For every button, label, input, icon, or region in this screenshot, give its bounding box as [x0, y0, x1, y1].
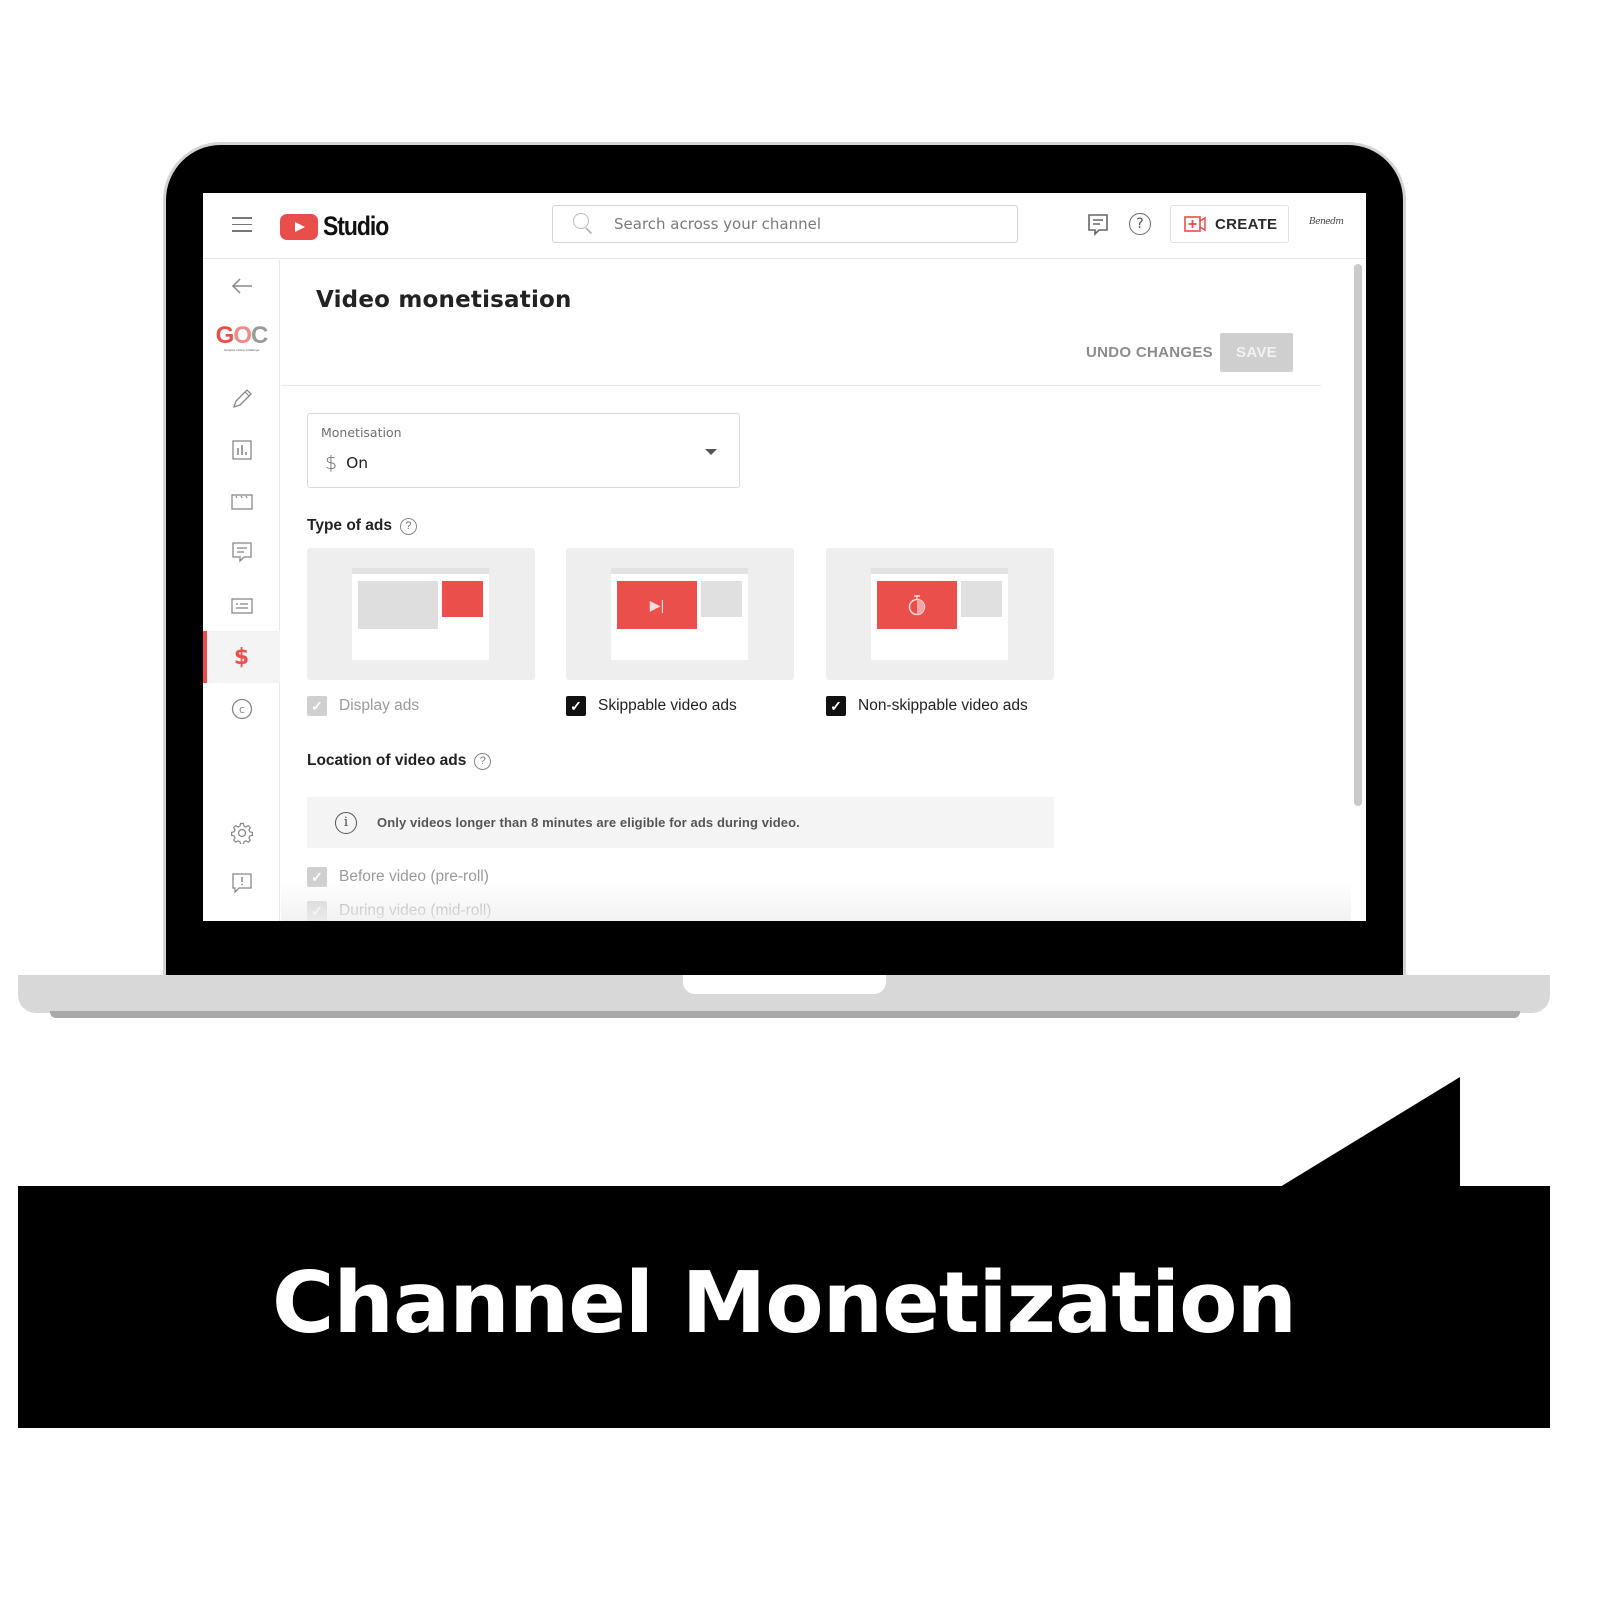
- skip-icon: ▶|: [617, 581, 697, 629]
- banner-title: Channel Monetization: [271, 1254, 1297, 1353]
- gear-icon: [230, 822, 253, 844]
- search-icon: [569, 209, 599, 239]
- location-of-ads-title: Location of video ads: [307, 752, 467, 769]
- logo-tagline: Google's Online Challenge: [223, 347, 260, 352]
- checkbox-checked-disabled[interactable]: ✓: [307, 696, 327, 716]
- logo-letter-g: G: [215, 321, 235, 349]
- create-button[interactable]: CREATE: [1170, 205, 1289, 243]
- skippable-ads-checkbox[interactable]: ✓ Skippable video ads: [566, 696, 737, 716]
- type-of-ads-title: Type of ads: [307, 517, 392, 534]
- sidebar-item-analytics[interactable]: [203, 424, 280, 476]
- non-skippable-ads-label: Non-skippable video ads: [858, 697, 1028, 714]
- checkbox-checked-disabled[interactable]: ✓: [307, 901, 327, 921]
- top-bar: Studio ? CREATE Benedm: [203, 193, 1366, 259]
- sidebar-item-comments[interactable]: [203, 527, 280, 579]
- page-title: Video monetisation: [316, 287, 572, 313]
- create-label: CREATE: [1215, 215, 1278, 233]
- sidebar-item-send-feedback[interactable]: [203, 858, 280, 910]
- checkbox-checked[interactable]: ✓: [566, 696, 586, 716]
- checkbox-checked[interactable]: ✓: [826, 696, 846, 716]
- laptop-notch: [683, 975, 886, 994]
- pencil-icon: [232, 389, 252, 409]
- studio-logo[interactable]: Studio: [280, 211, 400, 242]
- help-icon[interactable]: ?: [399, 517, 417, 535]
- location-of-ads-heading: Location of video ads ?: [307, 752, 492, 770]
- info-message: Only videos longer than 8 minutes are el…: [377, 815, 800, 830]
- pre-roll-label: Before video (pre-roll): [339, 868, 489, 885]
- sidebar-placeholder: [701, 581, 742, 617]
- save-button[interactable]: SAVE: [1220, 333, 1293, 372]
- display-ads-preview[interactable]: [307, 548, 535, 680]
- monetisation-value: On: [346, 454, 369, 472]
- logo-text: Studio: [323, 211, 389, 241]
- comment-icon: [231, 542, 252, 563]
- search-box[interactable]: [552, 205, 1018, 243]
- sidebar-item-details[interactable]: [203, 373, 280, 425]
- analytics-icon: [231, 440, 252, 460]
- scrollbar[interactable]: [1354, 264, 1362, 806]
- skippable-ads-preview[interactable]: ▶|: [566, 548, 794, 680]
- non-skippable-ads-checkbox[interactable]: ✓ Non-skippable video ads: [826, 696, 1028, 716]
- type-of-ads-heading: Type of ads ?: [307, 517, 417, 535]
- sidebar-item-editor[interactable]: [203, 476, 280, 528]
- display-ad-placeholder: [442, 581, 483, 617]
- dollar-icon: $: [233, 644, 250, 670]
- svg-text:c: c: [238, 703, 244, 716]
- video-placeholder: [358, 581, 438, 629]
- arrow-left-icon: [231, 278, 252, 294]
- feedback-icon: [231, 873, 252, 894]
- account-signature[interactable]: Benedm: [1309, 217, 1344, 227]
- sidebar-placeholder: [961, 581, 1002, 617]
- info-icon: i: [335, 811, 357, 834]
- search-input[interactable]: [614, 215, 994, 233]
- monetisation-label: Monetisation: [321, 425, 402, 440]
- checkbox-checked-disabled[interactable]: ✓: [307, 867, 327, 887]
- sidebar-item-back[interactable]: [203, 260, 280, 312]
- laptop-screen: Studio ? CREATE Benedm GOC Google's Onli…: [203, 193, 1366, 921]
- monetisation-select[interactable]: Monetisation $ On: [307, 413, 740, 488]
- sidebar-item-settings[interactable]: [203, 807, 280, 859]
- laptop-base-shadow: [50, 1011, 1520, 1018]
- channel-logo[interactable]: GOC Google's Online Challenge: [203, 312, 280, 364]
- timer-icon: [877, 581, 957, 629]
- help-icon[interactable]: ?: [474, 752, 492, 770]
- mid-roll-checkbox[interactable]: ✓ During video (mid-roll): [307, 901, 491, 921]
- video-plus-icon: [1184, 216, 1206, 232]
- copyright-icon: c: [231, 698, 252, 720]
- pre-roll-checkbox[interactable]: ✓ Before video (pre-roll): [307, 867, 489, 887]
- chevron-down-icon: [705, 449, 717, 455]
- sidebar: GOC Google's Online Challenge $ c: [203, 260, 280, 921]
- youtube-play-icon: [280, 213, 318, 240]
- subtitles-icon: [230, 598, 253, 614]
- undo-changes-button[interactable]: UNDO CHANGES: [1086, 344, 1213, 361]
- dollar-icon: $: [325, 452, 338, 474]
- hamburger-icon[interactable]: [232, 217, 252, 233]
- sidebar-item-monetisation[interactable]: $: [203, 631, 280, 683]
- comment-icon[interactable]: [1087, 213, 1111, 237]
- help-icon[interactable]: ?: [1129, 213, 1153, 237]
- logo-letter-c: C: [251, 321, 268, 349]
- non-skippable-ads-preview[interactable]: [826, 548, 1054, 680]
- mid-roll-label: During video (mid-roll): [339, 902, 492, 919]
- display-ads-checkbox[interactable]: ✓ Display ads: [307, 696, 419, 716]
- skippable-ads-label: Skippable video ads: [598, 697, 737, 714]
- sidebar-item-subtitles[interactable]: [203, 580, 280, 632]
- display-ads-label: Display ads: [339, 697, 420, 714]
- main-content: Video monetisation UNDO CHANGES SAVE Mon…: [281, 260, 1351, 921]
- logo-letter-o: O: [233, 321, 252, 349]
- info-banner: i Only videos longer than 8 minutes are …: [307, 797, 1054, 848]
- clapperboard-icon: [230, 494, 253, 510]
- header-divider: [281, 385, 1321, 386]
- sidebar-item-copyright[interactable]: c: [203, 683, 280, 735]
- banner-tab: [1280, 1077, 1460, 1187]
